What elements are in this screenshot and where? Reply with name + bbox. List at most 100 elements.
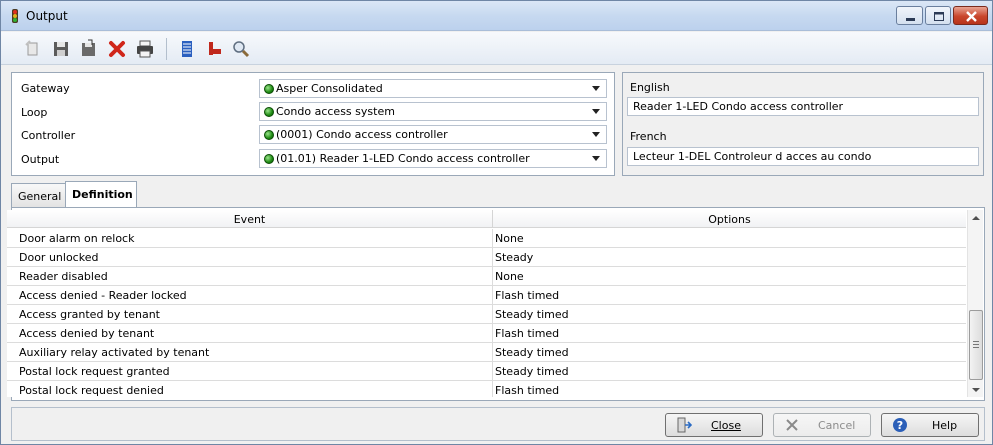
floppy-icon[interactable] — [51, 39, 71, 59]
selection-panel: Gateway Asper Consolidated Loop Condo ac… — [11, 72, 615, 176]
tab-general[interactable]: General — [11, 183, 66, 207]
chevron-down-icon — [592, 156, 600, 161]
option-cell[interactable]: Flash timed — [495, 384, 559, 397]
tab-definition[interactable]: Definition — [65, 181, 137, 208]
red-x-icon[interactable] — [107, 39, 127, 59]
english-description-input[interactable]: Reader 1-LED Condo access controller — [627, 97, 979, 116]
toolbar-separator — [166, 38, 167, 60]
event-cell: Access denied - Reader locked — [19, 289, 187, 302]
table-row[interactable]: Auxiliary relay activated by tenant Stead… — [7, 343, 966, 362]
exit-door-icon — [677, 417, 692, 433]
column-separator — [492, 248, 493, 267]
output-value: (01.01) Reader 1-LED Condo access contro… — [276, 152, 530, 165]
column-header-event[interactable]: Event — [7, 213, 492, 226]
minimize-button[interactable] — [896, 6, 923, 25]
column-header-options[interactable]: Options — [493, 213, 966, 226]
table-row[interactable]: Access granted by tenant Steady timed — [7, 305, 966, 324]
scroll-up-icon[interactable] — [972, 216, 980, 220]
controller-select[interactable]: (0001) Condo access controller — [259, 125, 607, 144]
status-green-icon — [264, 153, 274, 164]
gateway-label: Gateway — [21, 82, 70, 95]
loop-label: Loop — [21, 106, 48, 119]
help-button-label: Help — [932, 419, 958, 432]
close-icon — [966, 11, 977, 22]
traffic-light-icon — [12, 9, 18, 23]
event-cell: Auxiliary relay activated by tenant — [19, 346, 210, 359]
event-options-grid: Event Options Door alarm on relock None Do… — [7, 210, 966, 397]
title-bar: Output — [1, 1, 992, 31]
column-separator — [492, 343, 493, 362]
cancel-button-label: Cancel — [818, 419, 856, 432]
gateway-value: Asper Consolidated — [276, 82, 383, 95]
new-icon[interactable] — [23, 39, 43, 59]
cancel-x-icon — [786, 419, 798, 431]
help-button[interactable]: ? Help — [881, 413, 979, 437]
close-button-label: Close — [711, 419, 741, 432]
chevron-down-icon — [592, 109, 600, 114]
option-cell[interactable]: Flash timed — [495, 327, 559, 340]
column-separator — [492, 381, 493, 397]
event-cell: Access denied by tenant — [19, 327, 155, 340]
event-cell: Door unlocked — [19, 251, 99, 264]
link-icon[interactable] — [205, 39, 225, 59]
grid-vertical-scrollbar[interactable] — [967, 210, 983, 397]
cancel-button[interactable]: Cancel — [773, 413, 871, 437]
loop-value: Condo access system — [276, 105, 395, 118]
french-description-input[interactable]: Lecteur 1-DEL Controleur d acces au cond… — [627, 147, 979, 166]
chevron-down-icon — [592, 132, 600, 137]
save-close-icon[interactable] — [79, 39, 99, 59]
option-cell[interactable]: None — [495, 270, 524, 283]
column-separator — [492, 267, 493, 286]
controller-label: Controller — [21, 129, 76, 142]
maximize-icon — [934, 12, 944, 21]
chevron-down-icon — [592, 86, 600, 91]
column-separator — [492, 229, 493, 248]
column-separator — [492, 305, 493, 324]
language-panel: English Reader 1-LED Condo access contro… — [622, 72, 984, 176]
event-cell: Postal lock request denied — [19, 384, 164, 397]
column-separator — [492, 324, 493, 343]
output-select[interactable]: (01.01) Reader 1-LED Condo access contro… — [259, 149, 607, 168]
status-green-icon — [264, 83, 274, 94]
option-cell[interactable]: Steady timed — [495, 308, 569, 321]
printer-icon[interactable] — [135, 39, 155, 59]
minimize-icon — [906, 18, 915, 21]
table-row[interactable]: Postal lock request denied Flash timed — [7, 381, 966, 397]
column-separator — [492, 286, 493, 305]
output-window: Output Gateway Asper Consolidated Loop C… — [0, 0, 993, 445]
gateway-select[interactable]: Asper Consolidated — [259, 79, 607, 98]
svg-text:?: ? — [897, 419, 903, 432]
grid-header: Event Options — [7, 210, 966, 228]
event-cell: Postal lock request granted — [19, 365, 170, 378]
close-window-button[interactable] — [953, 6, 988, 25]
magnifier-icon[interactable] — [231, 39, 251, 59]
event-cell: Door alarm on relock — [19, 232, 135, 245]
column-separator — [492, 362, 493, 381]
table-row[interactable]: Door alarm on relock None — [7, 229, 966, 248]
grip-icon — [973, 341, 979, 348]
table-row[interactable]: Access denied by tenant Flash timed — [7, 324, 966, 343]
option-cell[interactable]: Steady timed — [495, 365, 569, 378]
table-row[interactable]: Postal lock request granted Steady timed — [7, 362, 966, 381]
option-cell[interactable]: Steady timed — [495, 346, 569, 359]
maximize-button[interactable] — [925, 6, 951, 25]
option-cell[interactable]: Flash timed — [495, 289, 559, 302]
list-icon[interactable] — [177, 39, 197, 59]
controller-value: (0001) Condo access controller — [276, 128, 448, 141]
event-cell: Reader disabled — [19, 270, 108, 283]
table-row[interactable]: Door unlocked Steady — [7, 248, 966, 267]
english-label: English — [630, 81, 670, 94]
loop-select[interactable]: Condo access system — [259, 102, 607, 121]
output-label: Output — [21, 153, 60, 166]
table-row[interactable]: Access denied - Reader locked Flash timed — [7, 286, 966, 305]
event-cell: Access granted by tenant — [19, 308, 160, 321]
status-green-icon — [264, 106, 274, 117]
option-cell[interactable]: None — [495, 232, 524, 245]
scroll-down-icon[interactable] — [972, 388, 980, 392]
window-title: Output — [26, 9, 68, 23]
table-row[interactable]: Reader disabled None — [7, 267, 966, 286]
french-label: French — [630, 130, 667, 143]
option-cell[interactable]: Steady — [495, 251, 533, 264]
close-button[interactable]: Close — [665, 413, 763, 437]
help-icon: ? — [893, 418, 907, 432]
